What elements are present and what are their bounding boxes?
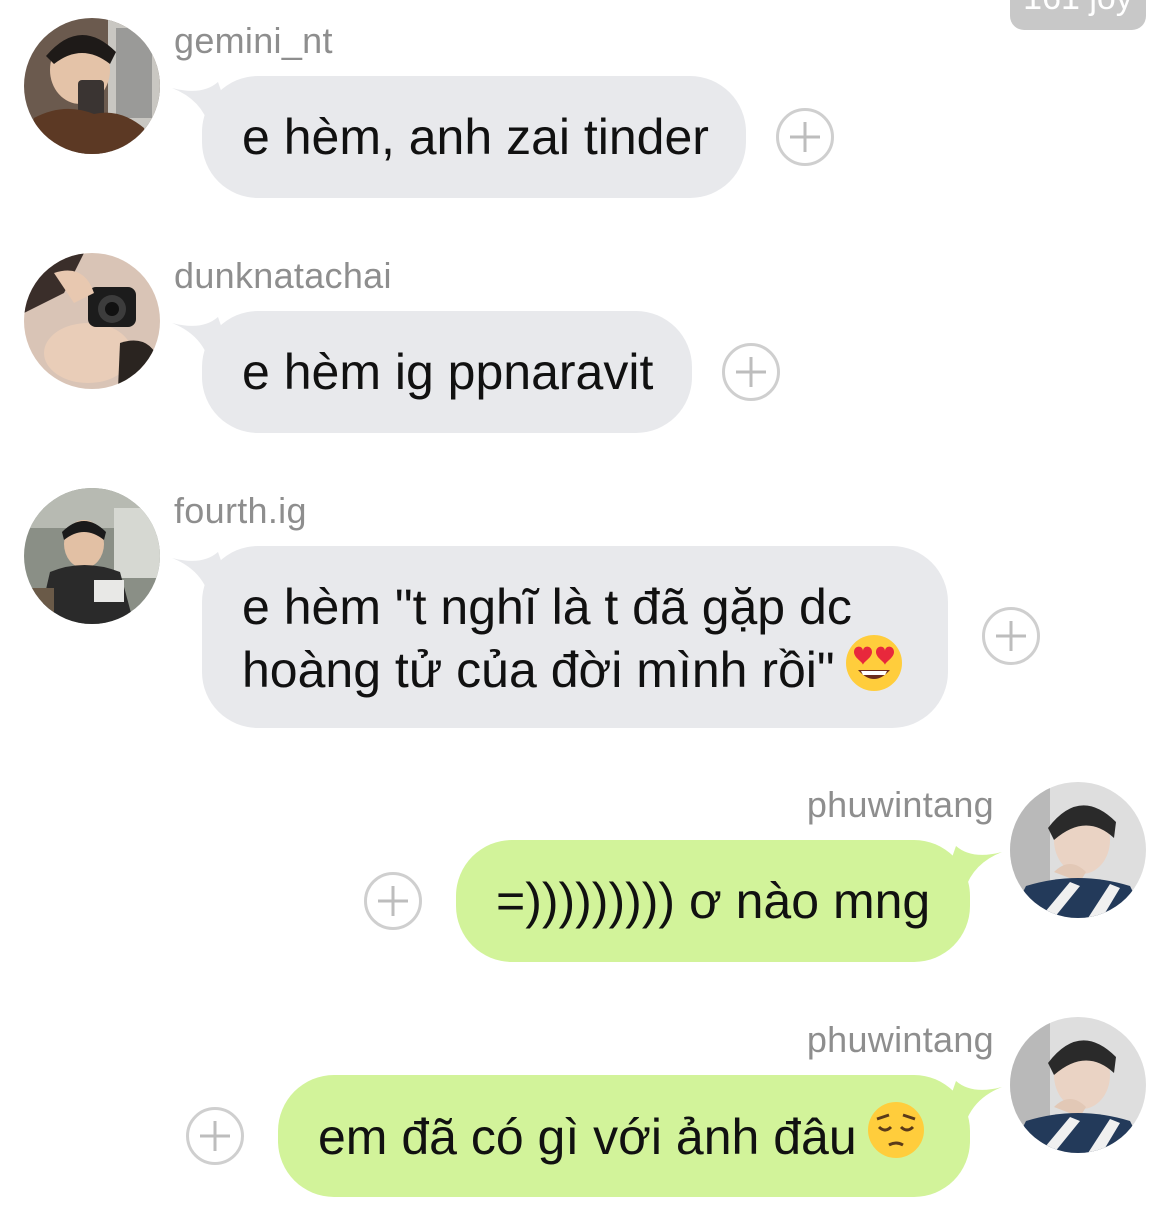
sender-name: fourth.ig <box>174 490 307 531</box>
sender-name: gemini_nt <box>174 20 333 61</box>
message-text-line: em đã có gì với ảnh đâu <box>318 1102 930 1177</box>
message-bubble[interactable]: =))))))))) ơ nào mng <box>456 840 970 962</box>
sender-name: phuwintang <box>806 1019 994 1060</box>
avatar[interactable] <box>24 18 160 154</box>
message-bubble[interactable]: e hèm, anh zai tinder <box>202 76 746 198</box>
plus-circle-icon[interactable] <box>364 872 422 930</box>
message-text: =))))))))) ơ nào mng <box>496 873 931 929</box>
avatar[interactable] <box>1010 782 1146 918</box>
message-text: hoàng tử của đời mình rồi" <box>242 642 835 699</box>
message-text-line-2: hoàng tử của đời mình rồi" <box>242 635 908 710</box>
plus-circle-icon[interactable] <box>776 108 834 166</box>
message-text: em đã có gì với ảnh đâu <box>318 1109 857 1166</box>
message-text: e hèm "t nghĩ là t đã gặp dc <box>242 579 852 635</box>
unread-count-badge: 161 joy <box>1010 0 1146 30</box>
plus-circle-icon[interactable] <box>982 607 1040 665</box>
avatar[interactable] <box>1010 1017 1146 1153</box>
sender-name: dunknatachai <box>174 255 392 296</box>
message-text: e hèm, anh zai tinder <box>242 109 709 165</box>
plus-circle-icon[interactable] <box>722 343 780 401</box>
pensive-emoji <box>867 1101 925 1173</box>
message-bubble[interactable]: e hèm ig ppnaravit <box>202 311 692 433</box>
message-bubble[interactable]: e hèm "t nghĩ là t đã gặp dc hoàng tử củ… <box>202 546 948 728</box>
message-bubble[interactable]: em đã có gì với ảnh đâu <box>278 1075 970 1197</box>
sender-name: phuwintang <box>806 784 994 825</box>
message-text: e hèm ig ppnaravit <box>242 344 654 400</box>
heart-eyes-emoji <box>845 634 903 706</box>
avatar[interactable] <box>24 253 160 389</box>
avatar[interactable] <box>24 488 160 624</box>
plus-circle-icon[interactable] <box>186 1107 244 1165</box>
